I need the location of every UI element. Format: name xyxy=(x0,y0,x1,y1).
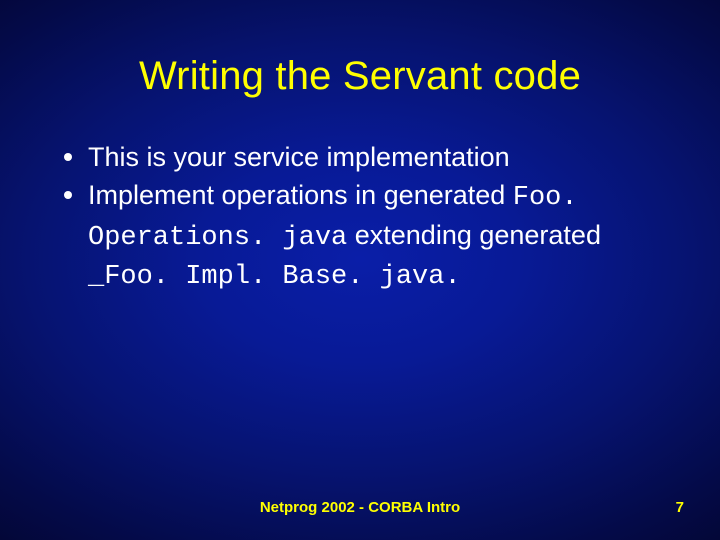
bullet-dot-icon xyxy=(64,153,72,161)
bullet-dot-icon xyxy=(64,191,72,199)
slide-body: This is your service implementation Impl… xyxy=(0,99,720,296)
slide-footer: Netprog 2002 - CORBA Intro 7 xyxy=(0,499,720,516)
slide: Writing the Servant code This is your se… xyxy=(0,0,720,540)
slide-title: Writing the Servant code xyxy=(0,0,720,99)
bullet-text: This is your service implementation xyxy=(88,139,656,175)
footer-center-text: Netprog 2002 - CORBA Intro xyxy=(0,499,720,516)
bullet-text-fragment: extending generated xyxy=(347,220,601,250)
footer-page-number: 7 xyxy=(676,499,684,516)
bullet-text: Implement operations in generated Foo. O… xyxy=(88,177,656,295)
bullet-text-fragment: Implement operations in generated xyxy=(88,180,513,210)
code-fragment: _Foo. Impl. Base. java. xyxy=(88,262,461,292)
bullet-item: This is your service implementation xyxy=(64,139,656,175)
bullet-item: Implement operations in generated Foo. O… xyxy=(64,177,656,295)
